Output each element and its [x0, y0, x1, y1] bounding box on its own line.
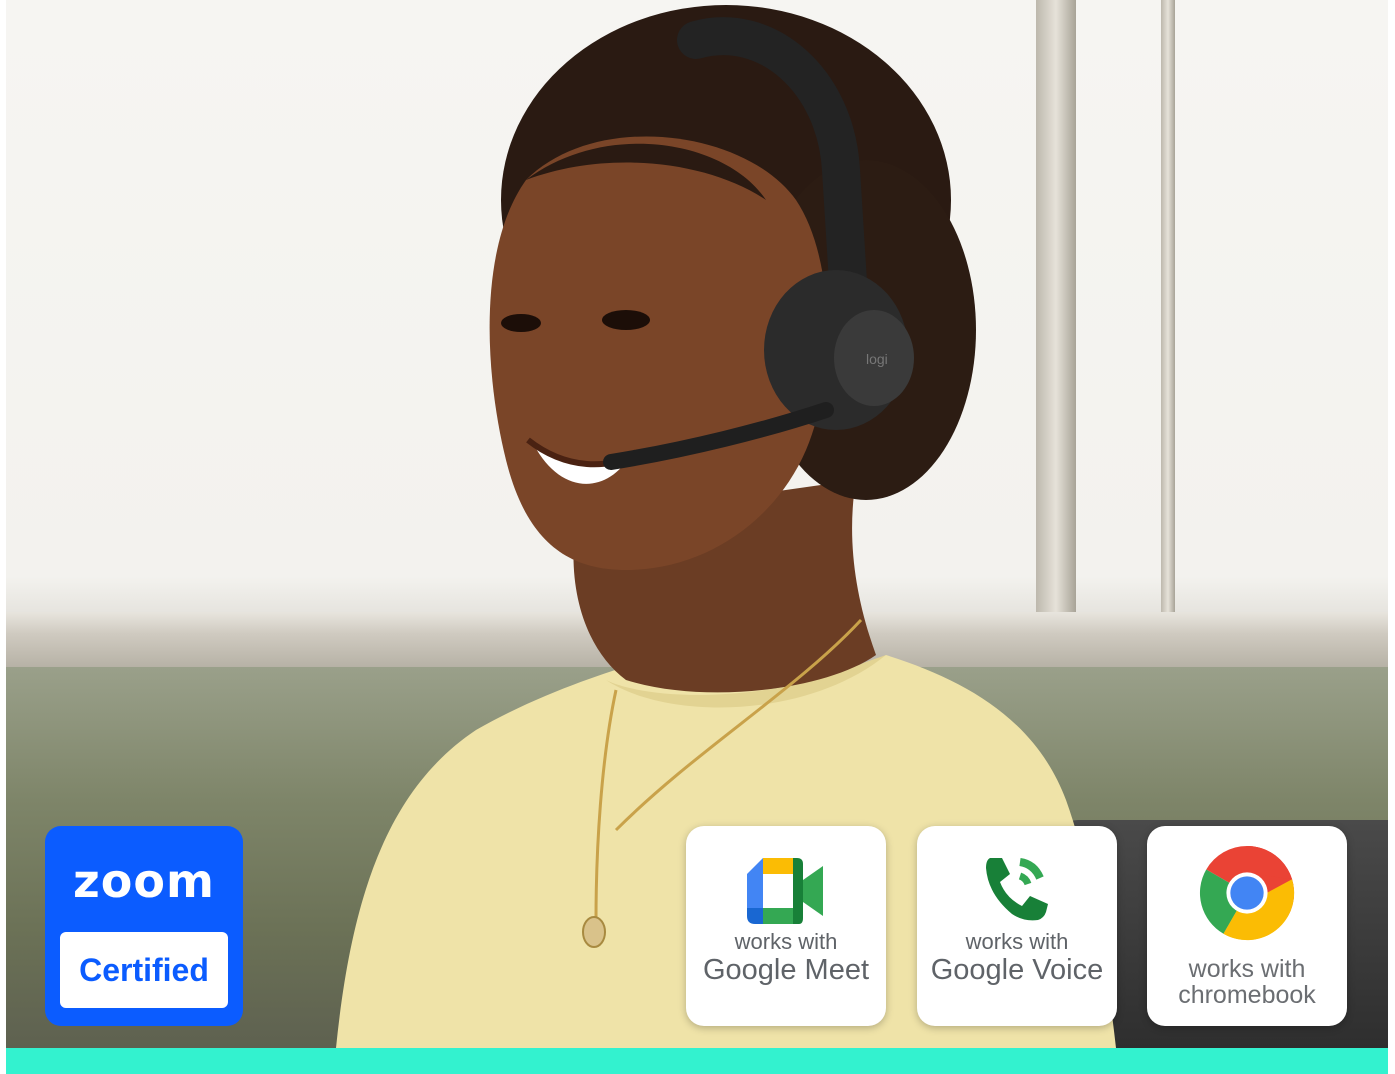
- voice-works-with: works with: [965, 929, 1069, 954]
- meet-name: Google Meet: [702, 954, 870, 986]
- chromebook-name: chromebook: [1178, 981, 1316, 1009]
- voice-name: Google Voice: [930, 954, 1104, 986]
- chrome-icon: [1199, 845, 1295, 941]
- zoom-logo: zoom: [73, 854, 215, 908]
- headset-logo: logi: [866, 351, 888, 367]
- google-meet-badge: works with Google Meet: [686, 826, 886, 1026]
- google-meet-icon: [747, 858, 823, 924]
- chromebook-works-with: works with: [1188, 955, 1306, 983]
- google-voice-icon: [986, 858, 1048, 921]
- chromebook-badge: works with chromebook: [1147, 826, 1347, 1026]
- meet-works-with: works with: [734, 929, 838, 954]
- accent-bar: [6, 1048, 1388, 1074]
- certified-label: Certified: [60, 932, 228, 1008]
- zoom-certified-badge: zoom Certified: [45, 826, 243, 1026]
- google-voice-badge: works with Google Voice: [917, 826, 1117, 1026]
